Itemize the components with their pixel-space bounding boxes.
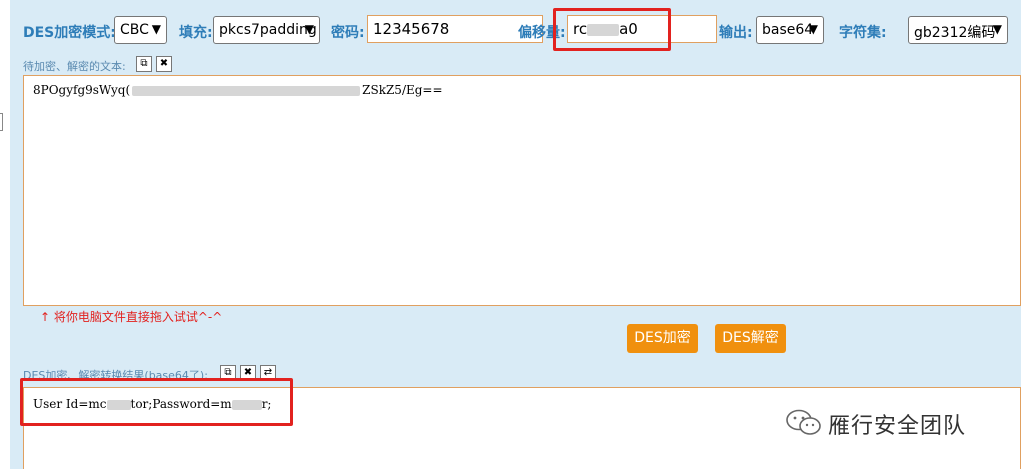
input-text-label: 待加密、解密的文本: — [23, 60, 126, 73]
padding-select[interactable]: pkcs7padding ▼ — [213, 16, 320, 44]
mode-select-value: CBC — [120, 22, 149, 38]
chevron-down-icon: ▼ — [808, 22, 818, 36]
left-edge-marker — [0, 113, 3, 131]
mode-label: DES加密模式: — [23, 25, 116, 41]
charset-select[interactable]: gb2312编码 ▼ — [908, 16, 1008, 44]
key-label: 密码: — [331, 25, 365, 41]
charset-label: 字符集: — [839, 25, 887, 41]
clear-input-button[interactable]: ✖ — [156, 56, 172, 72]
output-select[interactable]: base64 ▼ — [756, 16, 824, 44]
chevron-down-icon: ▼ — [151, 22, 161, 36]
decrypt-button[interactable]: DES解密 — [715, 324, 786, 353]
input-text-prefix: 8POgyfg9sWyq( — [33, 83, 131, 97]
close-icon: ✖ — [243, 367, 253, 378]
copy-icon: ⧉ — [224, 367, 232, 378]
highlight-box-iv — [553, 8, 671, 51]
copy-input-button[interactable]: ⧉ — [136, 56, 152, 72]
output-select-value: base64 — [762, 22, 814, 38]
des-tool-panel: DES加密模式: CBC ▼ 填充: pkcs7padding ▼ 密码: 12… — [10, 0, 1021, 469]
drag-drop-hint: ↑ 将你电脑文件直接拖入试试^-^ — [40, 310, 223, 324]
watermark-text: 雁行安全团队 — [828, 414, 967, 439]
key-input-value: 12345678 — [373, 20, 450, 38]
redaction-blur — [132, 85, 361, 96]
output-label: 输出: — [719, 25, 753, 41]
chevron-down-icon: ▼ — [992, 22, 1002, 36]
padding-select-value: pkcs7padding — [219, 22, 317, 38]
swap-icon: ⇄ — [263, 367, 273, 378]
padding-label: 填充: — [179, 25, 213, 41]
charset-select-value: gb2312编码 — [914, 25, 996, 41]
copy-icon: ⧉ — [140, 58, 148, 69]
highlight-box-output — [20, 378, 293, 426]
close-icon: ✖ — [159, 58, 169, 69]
chevron-down-icon: ▼ — [304, 22, 314, 36]
input-textarea[interactable]: 8POgyfg9sWyq( ZSkZ5/Eg== — [23, 75, 1021, 306]
input-text-suffix: ZSkZ5/Eg== — [362, 83, 443, 97]
encrypt-button[interactable]: DES加密 — [627, 324, 698, 353]
mode-select[interactable]: CBC ▼ — [114, 16, 167, 44]
wechat-icon — [786, 409, 821, 435]
key-input[interactable]: 12345678 — [367, 15, 543, 43]
